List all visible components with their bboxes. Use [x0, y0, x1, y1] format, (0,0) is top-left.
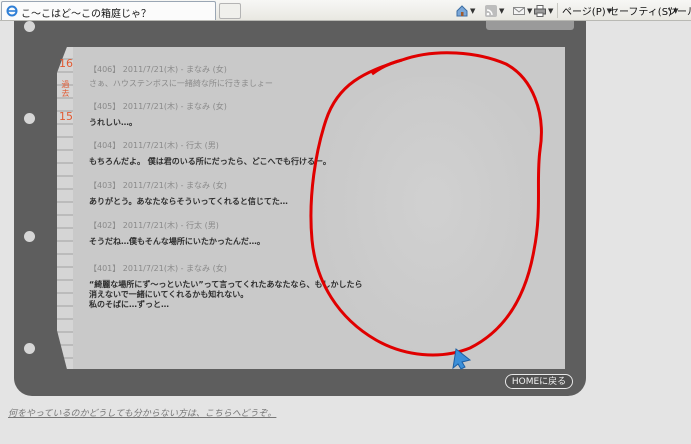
post-meta: 【406】 2011/7/21(木) - まなみ (女)	[89, 65, 227, 74]
print-button[interactable]: ▼	[533, 3, 553, 18]
binder-top-tab	[486, 21, 574, 30]
binder-ring	[24, 21, 35, 32]
ghost-face-image	[322, 77, 544, 357]
post-entry: 【403】 2011/7/21(木) - まなみ (女) ありがとう。あなたなら…	[89, 180, 288, 207]
tab-title: こ〜こはど〜この箱庭じゃ？	[21, 9, 151, 20]
post-message: ありがとう。あなたならそういってくれると信じてた…	[89, 197, 288, 206]
binder-ring	[24, 231, 35, 242]
post-message: そうだね…僕もそんな場所にいたかったんだ…。	[89, 237, 265, 246]
post-entry: 【404】 2011/7/21(木) - 行太 (男) もちろんだよ。 僕は君の…	[89, 140, 331, 167]
printer-icon	[534, 4, 546, 17]
binder-ring	[24, 113, 35, 124]
post-message: うれしい…。	[89, 118, 137, 127]
new-tab-button[interactable]	[219, 3, 241, 19]
home-dropdown-icon[interactable]: ▼	[470, 7, 475, 15]
post-meta: 【403】 2011/7/21(木) - まなみ (女)	[89, 181, 227, 190]
feeds-dropdown-icon[interactable]: ▼	[499, 7, 504, 15]
toolbar-divider	[557, 3, 558, 18]
tools-menu-label: ツール	[667, 7, 691, 18]
post-message: もちろんだよ。 僕は君のいる所にだったら、どこへでも行けるー。	[89, 157, 331, 166]
browser-toolbar: こ〜こはど〜この箱庭じゃ？ ▼ ▼ ▼ ▼ ページ(P) ▼ セーフティ(S) …	[0, 0, 691, 21]
help-link[interactable]: 何をやっているのかどうしても分からない方は、こちらへどうぞ。	[8, 406, 276, 419]
post-meta: 【402】 2011/7/21(木) - 行太 (男)	[89, 221, 219, 230]
post-entry: 【406】 2011/7/21(木) - まなみ (女) さぁ、ハウステンボスに…	[89, 64, 273, 89]
mail-button[interactable]: ▼	[512, 3, 532, 18]
ie-favicon-icon	[6, 5, 18, 17]
safety-menu-label: セーフティ(S)	[609, 7, 672, 18]
rss-feed-icon	[485, 4, 497, 17]
post-meta: 【404】 2011/7/21(木) - 行太 (男)	[89, 141, 219, 150]
home-icon	[456, 4, 468, 16]
post-entry: 【401】 2011/7/21(木) - まなみ (女) “綺麗な場所にず〜っと…	[89, 263, 363, 310]
next-page-number[interactable]: 16	[59, 57, 73, 70]
past-label[interactable]: 過去	[60, 80, 71, 98]
home-toolbar-button[interactable]: ▼	[455, 3, 475, 18]
post-message-line: 消えないで一緒にいてくれるかも知れない。	[89, 290, 249, 299]
page-menu-label: ページ(P)	[562, 7, 606, 18]
post-message: さぁ、ハウステンボスに一緒綺な所に行きましょー	[89, 79, 273, 88]
post-message-line: 私のそばに…ずっと…	[89, 300, 169, 309]
binder-ring	[24, 343, 35, 354]
home-button[interactable]: HOMEに戻る	[505, 374, 573, 389]
post-entry: 【405】 2011/7/21(木) - まなみ (女) うれしい…。	[89, 101, 227, 128]
post-meta: 【401】 2011/7/21(木) - まなみ (女)	[89, 264, 227, 273]
prev-page-number[interactable]: 15	[59, 110, 73, 123]
browser-tab[interactable]: こ〜こはど〜この箱庭じゃ？	[1, 1, 216, 20]
tools-menu[interactable]: ツール	[667, 3, 691, 18]
print-dropdown-icon[interactable]: ▼	[548, 7, 553, 15]
post-entry: 【402】 2011/7/21(木) - 行太 (男) そうだね…僕もそんな場所…	[89, 220, 265, 247]
page-menu[interactable]: ページ(P) ▼	[562, 3, 612, 19]
post-meta: 【405】 2011/7/21(木) - まなみ (女)	[89, 102, 227, 111]
mail-dropdown-icon[interactable]: ▼	[527, 7, 532, 15]
post-message: “綺麗な場所にず〜っといたい”って言ってくれたあなたなら、もしかしたら 消えない…	[89, 280, 363, 310]
feeds-button[interactable]: ▼	[484, 3, 504, 18]
post-message-line: “綺麗な場所にず〜っといたい”って言ってくれたあなたなら、もしかしたら	[89, 280, 363, 289]
mail-icon	[513, 6, 525, 15]
